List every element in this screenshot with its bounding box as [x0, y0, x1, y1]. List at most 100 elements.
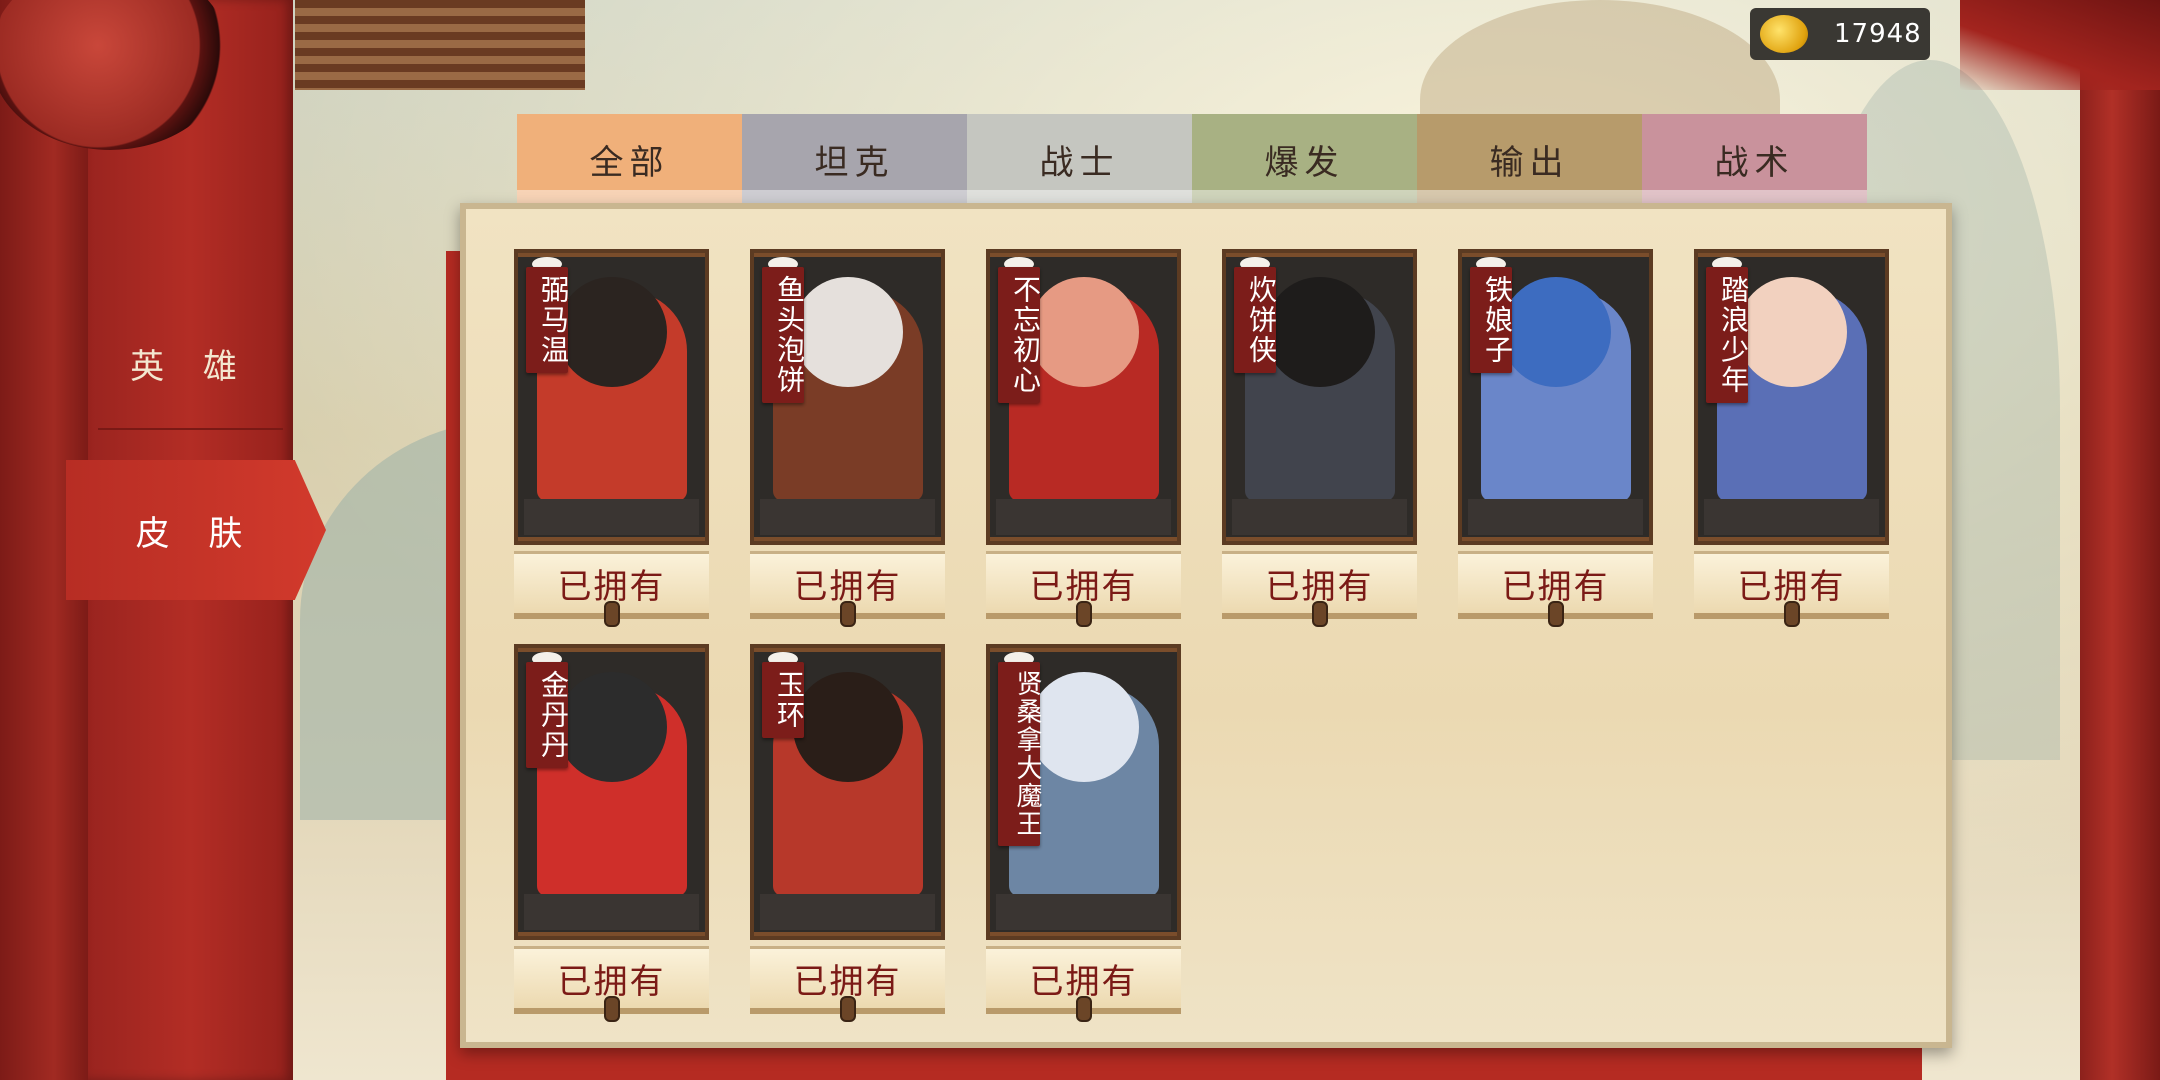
- portrait-strip: [996, 499, 1171, 535]
- pin-icon: [603, 601, 620, 627]
- tab-label: 爆发: [1264, 142, 1345, 183]
- skin-name: 铁娘子: [1470, 267, 1514, 373]
- skin-portrait: 踏浪少年: [1694, 249, 1889, 545]
- scroll-rod: [1462, 537, 1649, 541]
- gold-ingot-icon: [1760, 15, 1808, 53]
- scroll-rod: [990, 537, 1177, 541]
- pin-icon: [1783, 601, 1800, 627]
- owned-label: 已拥有: [986, 946, 1181, 1022]
- skin-card[interactable]: 鱼头泡饼 已拥有: [750, 249, 945, 627]
- scroll-rod: [518, 253, 705, 257]
- portrait-strip: [760, 499, 935, 535]
- skin-name: 踏浪少年: [1706, 267, 1750, 403]
- pin-icon: [1311, 601, 1328, 627]
- tab-label: 战术: [1714, 142, 1795, 183]
- figure-head: [1264, 277, 1375, 387]
- figure-head: [1028, 277, 1139, 387]
- skin-card[interactable]: 踏浪少年 已拥有: [1694, 249, 1889, 627]
- figure-head: [1736, 277, 1847, 387]
- skin-card[interactable]: 炊饼侠 已拥有: [1222, 249, 1417, 627]
- figure-head: [1500, 277, 1611, 387]
- skin-card[interactable]: 金丹丹 已拥有: [514, 644, 709, 1022]
- pin-icon: [1075, 601, 1092, 627]
- pin-icon: [839, 996, 856, 1022]
- owned-label: 已拥有: [750, 551, 945, 627]
- portrait-strip: [1704, 499, 1879, 535]
- category-sidebar: 英 雄 皮 肤: [66, 0, 326, 1080]
- currency-display: 17948: [1750, 8, 1930, 60]
- pin-icon: [603, 996, 620, 1022]
- portrait-strip: [524, 894, 699, 930]
- scroll-rod: [518, 537, 705, 541]
- skin-name: 贤桑拿大魔王: [998, 662, 1042, 846]
- skin-portrait: 鱼头泡饼: [750, 249, 945, 545]
- scroll-rod: [990, 253, 1177, 257]
- sidebar-divider: [98, 428, 283, 430]
- pin-icon: [839, 601, 856, 627]
- tab-tactics[interactable]: 战术: [1642, 114, 1867, 204]
- portrait-strip: [996, 894, 1171, 930]
- skin-card[interactable]: 铁娘子 已拥有: [1458, 249, 1653, 627]
- skin-name: 弼马温: [526, 267, 570, 373]
- tab-label: 坦克: [814, 142, 895, 183]
- scroll-rod: [754, 648, 941, 652]
- scroll-rod: [1226, 253, 1413, 257]
- figure-head: [556, 672, 667, 782]
- theater-logo-icon: ⌒: [70, 0, 120, 39]
- skin-name: 不忘初心: [998, 267, 1042, 403]
- owned-label: 已拥有: [986, 551, 1181, 627]
- portrait-strip: [1468, 499, 1643, 535]
- skin-portrait: 铁娘子: [1458, 249, 1653, 545]
- skin-card[interactable]: 玉环 已拥有: [750, 644, 945, 1022]
- stage-curtain-right: [2080, 0, 2160, 1080]
- skin-name: 玉环: [762, 662, 806, 738]
- skin-name: 炊饼侠: [1234, 267, 1278, 373]
- scroll-rod: [1226, 537, 1413, 541]
- scroll-rod: [518, 648, 705, 652]
- scroll-rod: [754, 537, 941, 541]
- owned-label: 已拥有: [514, 551, 709, 627]
- tab-burst[interactable]: 爆发: [1192, 114, 1417, 204]
- stage-curtain-top: [1960, 0, 2160, 90]
- skin-portrait: 炊饼侠: [1222, 249, 1417, 545]
- skin-category-tabs: 全部 坦克 战士 爆发 输出 战术: [517, 114, 1867, 204]
- owned-label: 已拥有: [750, 946, 945, 1022]
- scroll-rod: [754, 932, 941, 936]
- skin-card[interactable]: 贤桑拿大魔王 已拥有: [986, 644, 1181, 1022]
- tab-label: 输出: [1489, 142, 1570, 183]
- skin-grid: 弼马温 已拥有 鱼头泡饼 已拥有 不忘初心 已拥有 炊饼侠 已拥有 铁娘子 已拥…: [514, 249, 1894, 1022]
- pin-icon: [1075, 996, 1092, 1022]
- tab-tank[interactable]: 坦克: [742, 114, 967, 204]
- skin-card[interactable]: 不忘初心 已拥有: [986, 249, 1181, 627]
- scroll-rod: [1698, 253, 1885, 257]
- figure-head: [1028, 672, 1139, 782]
- tab-warrior[interactable]: 战士: [967, 114, 1192, 204]
- currency-amount: 17948: [1834, 19, 1922, 49]
- scroll-rod: [754, 253, 941, 257]
- pin-icon: [1547, 601, 1564, 627]
- tab-damage[interactable]: 输出: [1417, 114, 1642, 204]
- figure-head: [792, 672, 903, 782]
- scroll-rod: [990, 932, 1177, 936]
- skin-portrait: 玉环: [750, 644, 945, 940]
- portrait-strip: [1232, 499, 1407, 535]
- skin-card[interactable]: 弼马温 已拥有: [514, 249, 709, 627]
- skin-name: 鱼头泡饼: [762, 267, 806, 403]
- sidebar-item-skins[interactable]: 皮 肤: [66, 460, 326, 600]
- scroll-rod: [1698, 537, 1885, 541]
- skin-name: 金丹丹: [526, 662, 570, 768]
- skin-portrait: 金丹丹: [514, 644, 709, 940]
- tab-label: 战士: [1039, 142, 1120, 183]
- owned-label: 已拥有: [1458, 551, 1653, 627]
- figure-head: [792, 277, 903, 387]
- wooden-blinds-decoration: [295, 0, 585, 90]
- tab-all[interactable]: 全部: [517, 114, 742, 204]
- owned-label: 已拥有: [514, 946, 709, 1022]
- skin-collection-board: 弼马温 已拥有 鱼头泡饼 已拥有 不忘初心 已拥有 炊饼侠 已拥有 铁娘子 已拥…: [460, 203, 1952, 1048]
- skin-portrait: 弼马温: [514, 249, 709, 545]
- owned-label: 已拥有: [1222, 551, 1417, 627]
- owned-label: 已拥有: [1694, 551, 1889, 627]
- sidebar-item-heroes[interactable]: 英 雄: [88, 308, 293, 418]
- portrait-strip: [760, 894, 935, 930]
- skin-portrait: 贤桑拿大魔王: [986, 644, 1181, 940]
